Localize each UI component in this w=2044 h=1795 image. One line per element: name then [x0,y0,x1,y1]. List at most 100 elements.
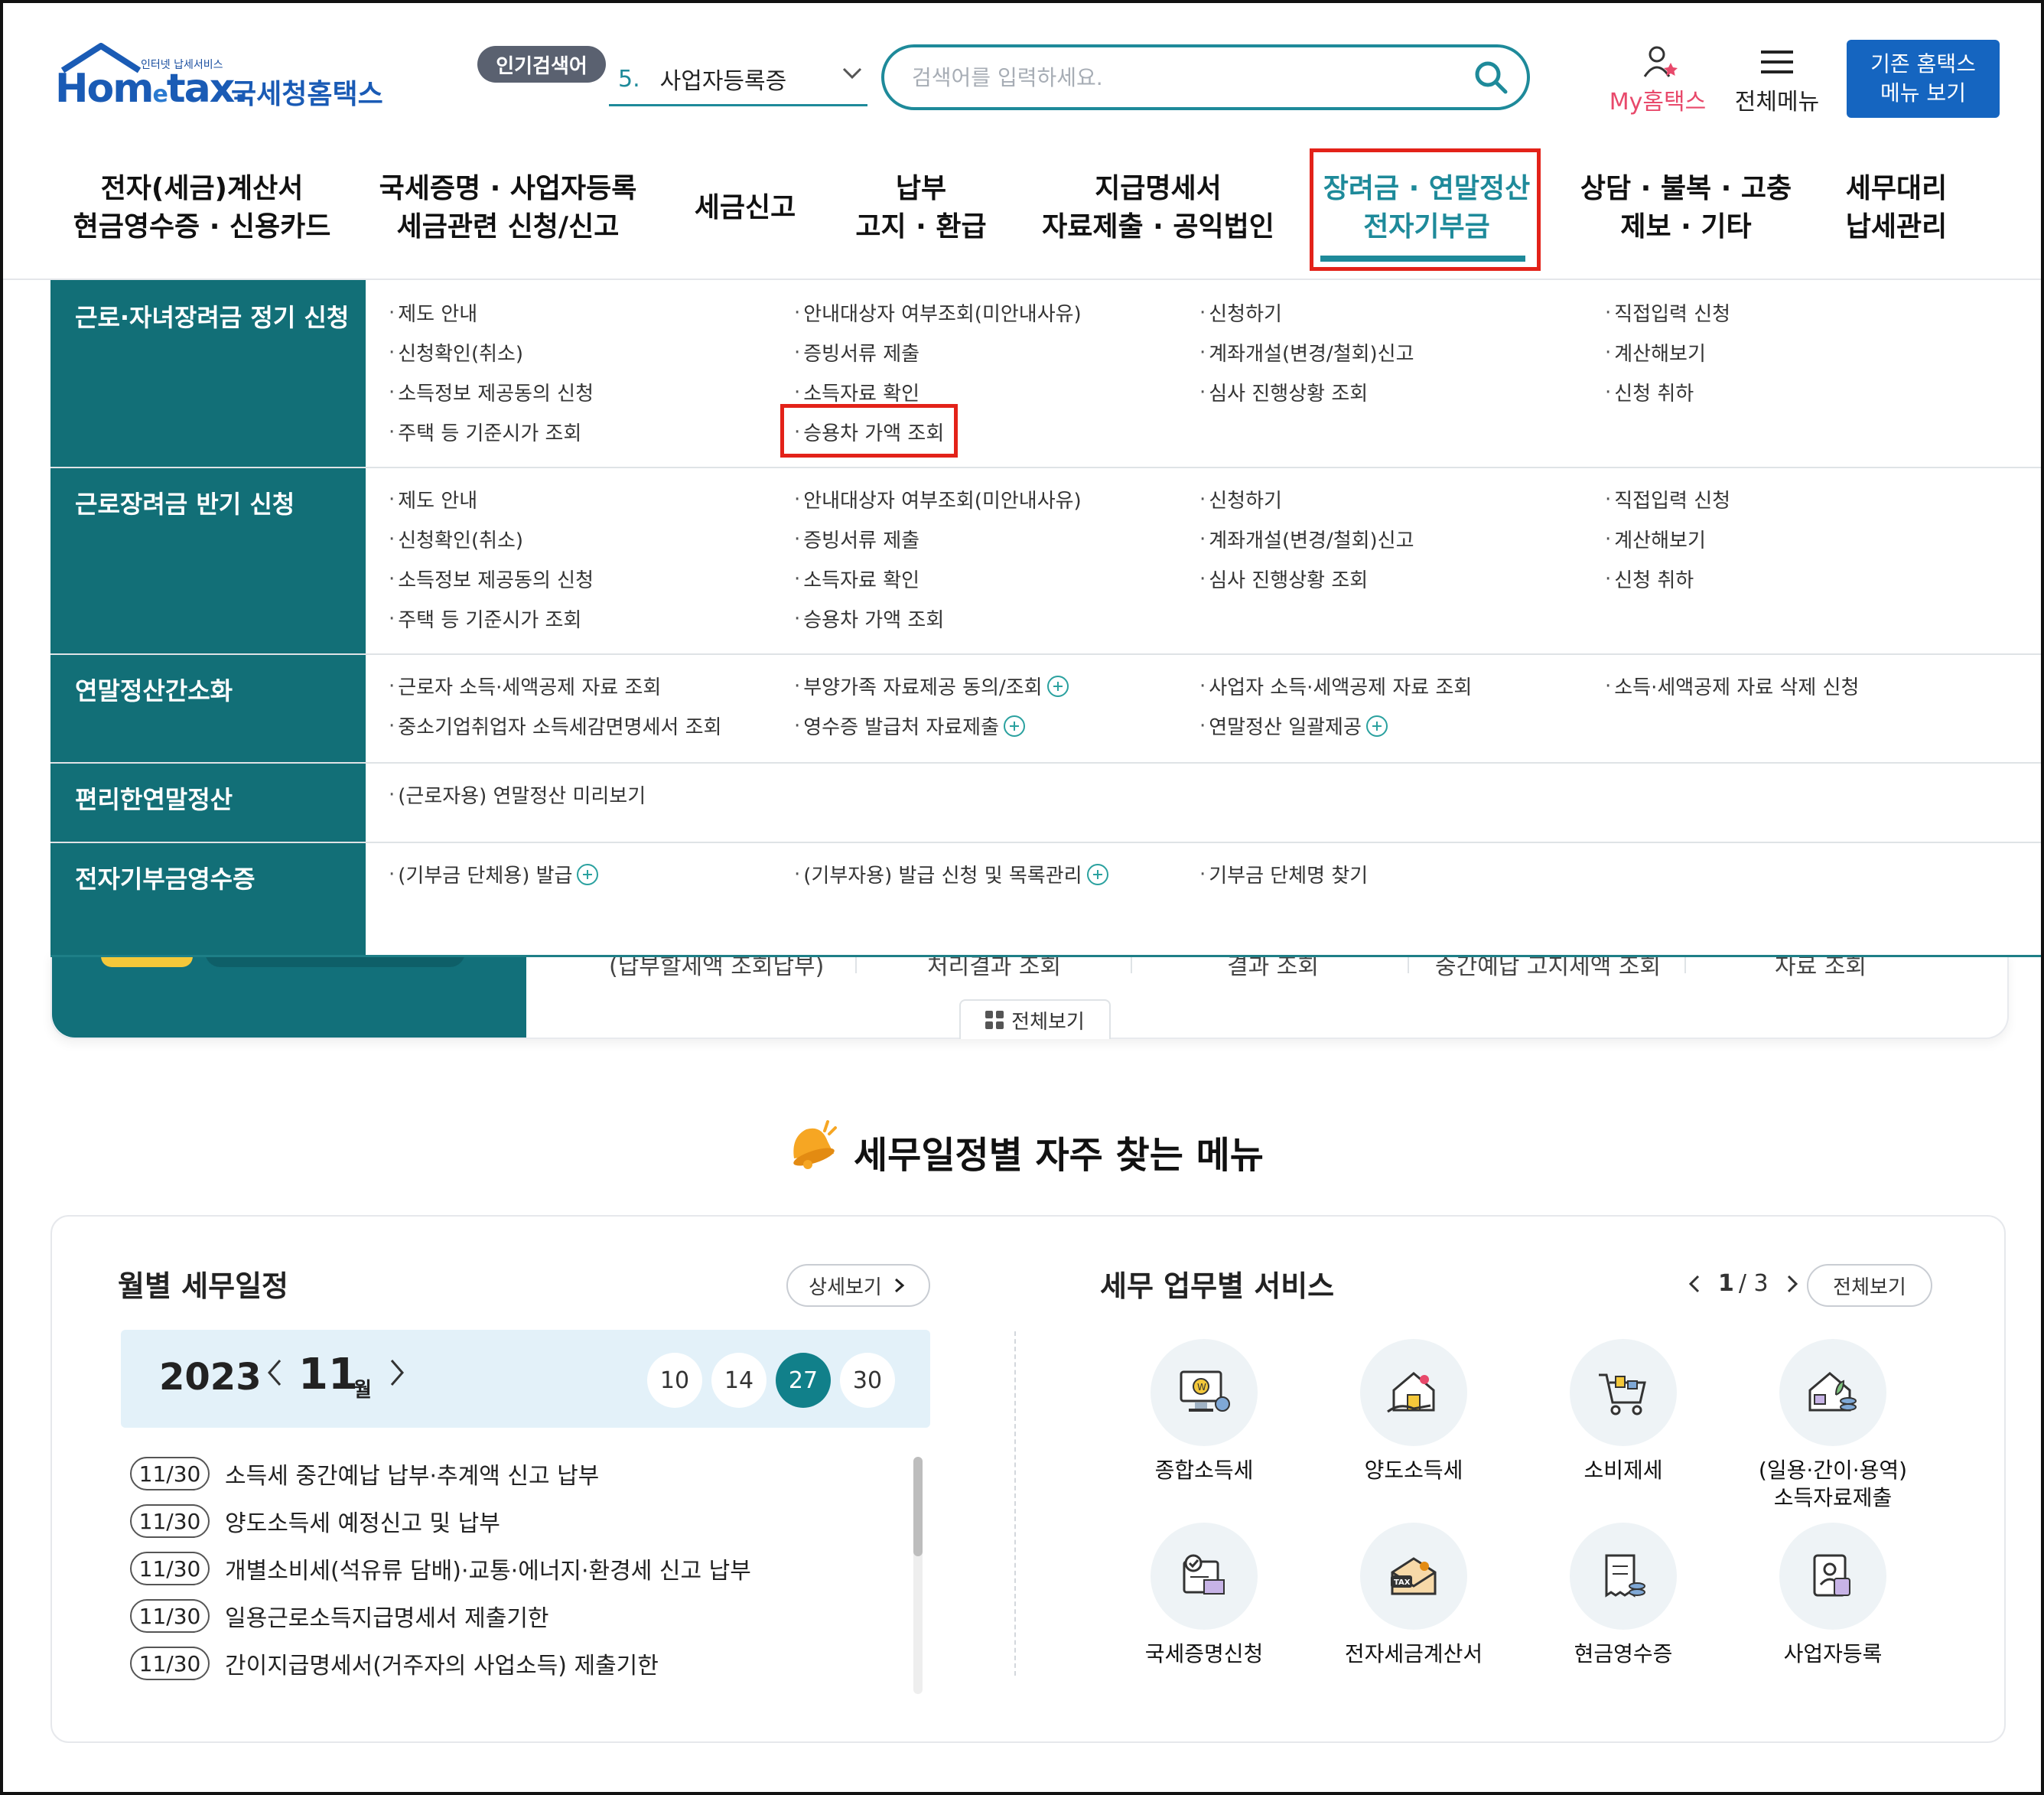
mega-row-title[interactable]: 전자기부금영수증 [75,860,255,895]
chevron-right-icon[interactable] [386,1356,408,1389]
plus-circle-icon[interactable] [1046,675,1069,697]
mega-link[interactable]: 소득·세액공제 자료 삭제 신청 [1605,672,1859,700]
mega-link[interactable]: 신청하기 [1199,298,1282,327]
service-item[interactable]: (일용·간이·용역) 소득자료제출 [1733,1339,1932,1512]
chevron-right-icon[interactable] [1784,1273,1801,1295]
mega-link[interactable]: 직접입력 신청 [1605,485,1730,513]
mega-link[interactable]: 증빙서류 제출 [794,525,919,553]
schedule-text: 일용근로소득지급명세서 제출기한 [225,1605,549,1632]
my-hometax-button[interactable]: My홈택스 [1600,44,1715,116]
chevron-left-icon[interactable] [263,1356,286,1389]
mega-link[interactable]: 안내대상자 여부조회(미안내사유) [794,298,1081,327]
schedule-item[interactable]: 11/30 양도소득세 예정신고 및 납부 [130,1504,500,1538]
mega-link[interactable]: 승용차 가액 조회 [794,604,944,633]
gnb-item-tax-report[interactable]: 세금신고 [676,189,814,227]
gnb-item-payment[interactable]: 납부 고지 · 환급 [845,170,998,246]
plus-circle-icon[interactable] [577,863,599,885]
mega-row-title[interactable]: 편리한연말정산 [75,780,233,816]
mega-link[interactable]: 계좌개설(변경/철회)신고 [1199,338,1414,366]
schedule-item[interactable]: 11/30 개별소비세(석유류 담배)·교통·에너지·환경세 신고 납부 [130,1552,751,1585]
mega-link[interactable]: 신청확인(취소) [389,525,523,553]
mega-link[interactable]: 소득자료 확인 [794,378,919,406]
plus-circle-icon[interactable] [1365,715,1388,737]
mega-link[interactable]: 증빙서류 제출 [794,338,919,366]
monitor-coin-icon: W [1151,1339,1258,1446]
mega-link[interactable]: 소득자료 확인 [794,565,919,593]
mega-link[interactable]: 계산해보기 [1605,338,1706,366]
banner-view-all-button[interactable]: 전체보기 [959,999,1111,1039]
search-box [881,44,1530,110]
calendar-day[interactable]: 30 [840,1353,895,1408]
mega-link-with-plus[interactable]: (기부금 단체용) 발급 [389,860,599,888]
mega-link-with-plus[interactable]: 부양가족 자료제공 동의/조회 [794,672,1069,700]
gnb-item-payment-statement[interactable]: 지급명세서 자료제출 · 공익법인 [1036,170,1281,246]
mega-link[interactable]: 소득정보 제공동의 신청 [389,565,594,593]
gnb-sublabel: 납세관리 [1845,211,1948,243]
mega-link[interactable]: 근로자 소득·세액공제 자료 조회 [389,672,661,700]
mega-link[interactable]: 직접입력 신청 [1605,298,1730,327]
mega-link[interactable]: (근로자용) 연말정산 미리보기 [389,780,646,809]
mega-link-with-plus[interactable]: (기부자용) 발급 신청 및 목록관리 [794,860,1108,888]
schedule-date: 11/30 [130,1599,210,1633]
mega-link[interactable]: 주택 등 기준시가 조회 [389,418,581,446]
hometax-logo[interactable]: 인터넷 납세서비스 Hometax. 국세청홈택스 [50,43,387,122]
search-icon[interactable] [1472,58,1510,96]
mega-row-easy-year-end: 편리한연말정산 (근로자용) 연말정산 미리보기 [50,762,2041,843]
plus-circle-icon[interactable] [1004,715,1025,737]
gnb-item-e-invoice[interactable]: 전자(세금)계산서 현금영수증 · 신용카드 [72,170,332,246]
mega-link-with-plus[interactable]: 연말정산 일괄제공 [1199,712,1388,740]
gnb-sublabel: 고지 · 환급 [855,211,987,243]
service-item[interactable]: W 종합소득세 [1105,1339,1304,1484]
service-item[interactable]: 국세증명신청 [1105,1523,1304,1668]
mega-link[interactable]: 중소기업취업자 소득세감면명세서 조회 [389,712,721,740]
calendar-day[interactable]: 10 [647,1353,702,1408]
gnb-item-tax-agent[interactable]: 세무대리 납세관리 [1824,170,1969,246]
mega-link[interactable]: 신청확인(취소) [389,338,523,366]
schedule-scroll-thumb[interactable] [913,1457,923,1556]
mega-link[interactable]: 계산해보기 [1605,525,1706,553]
calendar-day-active[interactable]: 27 [776,1353,831,1408]
chevron-left-icon[interactable] [1686,1273,1703,1295]
logo-wordmark: Hometax. [55,66,249,112]
mega-link[interactable]: 제도 안내 [389,298,477,327]
service-item[interactable]: 소비제세 [1524,1339,1723,1484]
gnb-item-certificate[interactable]: 국세증명 · 사업자등록 세금관련 신청/신고 [378,170,638,246]
mega-link[interactable]: 안내대상자 여부조회(미안내사유) [794,485,1081,513]
mega-row-title[interactable]: 연말정산간소화 [75,672,233,707]
schedule-date: 11/30 [130,1552,210,1585]
mega-link[interactable]: 계좌개설(변경/철회)신고 [1199,525,1414,553]
mega-link[interactable]: 신청 취하 [1605,378,1694,406]
mega-link[interactable]: 심사 진행상황 조회 [1199,565,1368,593]
calendar-day[interactable]: 14 [711,1353,766,1408]
mega-link[interactable]: 사업자 소득·세액공제 자료 조회 [1199,672,1472,700]
schedule-text: 간이지급명세서(거주자의 사업소득) 제출기한 [225,1653,659,1679]
mega-link-with-plus[interactable]: 영수증 발급처 자료제출 [794,712,1025,740]
search-input[interactable] [910,61,1434,93]
all-menu-button[interactable]: 전체메뉴 [1727,44,1827,116]
plus-circle-icon[interactable] [1086,863,1108,885]
mega-link[interactable]: 기부금 단체명 찾기 [1199,860,1368,888]
service-item[interactable]: TAX 전자세금계산서 [1314,1523,1513,1668]
service-item[interactable]: 사업자등록 [1733,1523,1932,1668]
old-hometax-menu-button[interactable]: 기존 홈택스 메뉴 보기 [1847,40,2000,118]
mega-row-title[interactable]: 근로·자녀장려금 정기 신청 [75,298,349,334]
old-btn-line1: 기존 홈택스 [1870,51,1976,77]
mega-link[interactable]: 소득정보 제공동의 신청 [389,378,594,406]
schedule-item[interactable]: 11/30 소득세 중간예납 납부·추계액 신고 납부 [130,1457,599,1490]
mega-link[interactable]: 주택 등 기준시가 조회 [389,604,581,633]
mega-link[interactable]: 신청 취하 [1605,565,1694,593]
service-item[interactable]: 현금영수증 [1524,1523,1723,1668]
gnb-item-consulting[interactable]: 상담 · 불복 · 고충 제보 · 기타 [1579,170,1793,246]
popular-search-select[interactable]: 5. 사업자등록증 [609,54,867,106]
services-view-all-button[interactable]: 전체보기 [1807,1264,1932,1307]
schedule-item[interactable]: 11/30 간이지급명세서(거주자의 사업소득) 제출기한 [130,1647,659,1680]
schedule-item[interactable]: 11/30 일용근로소득지급명세서 제출기한 [130,1599,549,1633]
service-item[interactable]: 양도소득세 [1314,1339,1513,1484]
mega-menu: 근로·자녀장려금 정기 신청 제도 안내 신청확인(취소) 소득정보 제공동의 … [50,280,2041,957]
mega-row-title[interactable]: 근로장려금 반기 신청 [75,485,295,520]
calendar-month: 11 [298,1350,358,1399]
mega-link[interactable]: 심사 진행상황 조회 [1199,378,1368,406]
mega-link[interactable]: 신청하기 [1199,485,1282,513]
calendar-detail-button[interactable]: 상세보기 [786,1264,930,1307]
mega-link[interactable]: 제도 안내 [389,485,477,513]
